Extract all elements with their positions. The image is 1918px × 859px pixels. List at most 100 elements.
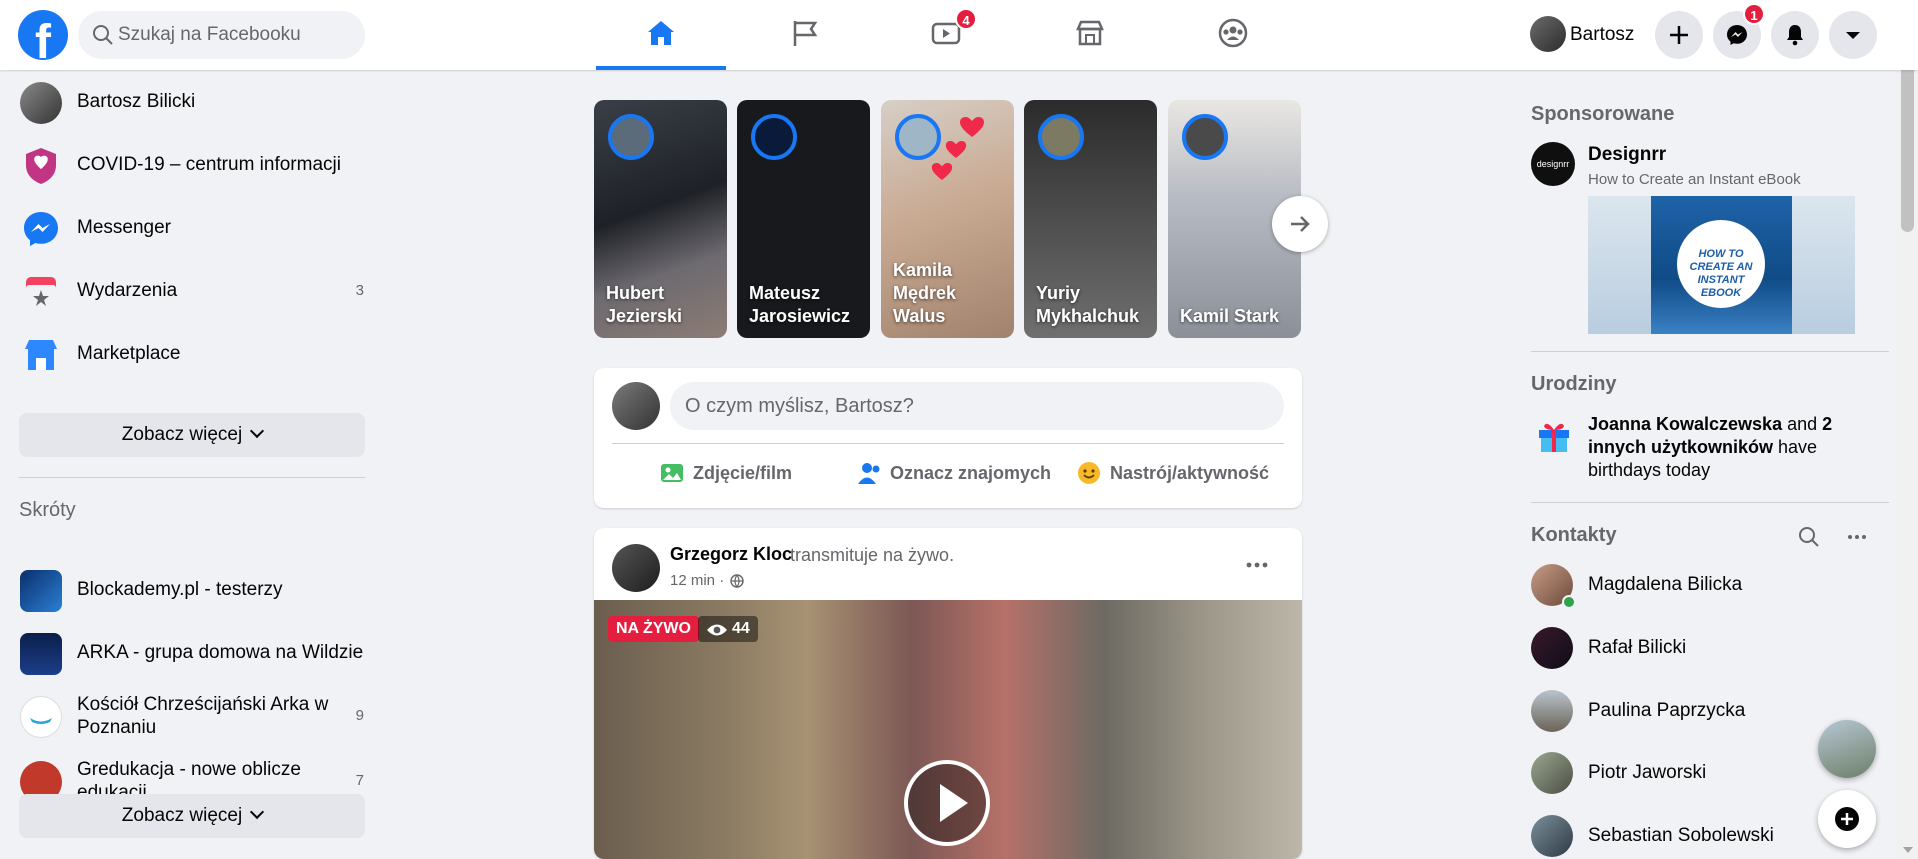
see-more-shortcuts-button[interactable]: Zobacz więcej <box>19 794 365 838</box>
create-button[interactable] <box>1655 11 1703 59</box>
sidebar-item-events[interactable]: Wydarzenia 3 <box>10 261 370 321</box>
story-card[interactable]: Kamila Mędrek Walus <box>881 100 1014 338</box>
sidebar-item-covid[interactable]: COVID-19 – centrum informacji <box>10 135 370 195</box>
photo-video-button[interactable]: Zdjęcie/film <box>661 463 792 484</box>
feeling-activity-button[interactable]: Nastrój/aktywność <box>1078 462 1269 484</box>
live-video[interactable]: NA ŻYWO 44 <box>594 600 1302 859</box>
tab-pages[interactable] <box>740 0 870 70</box>
new-message-button[interactable] <box>1818 790 1876 848</box>
pages-flag-icon <box>793 21 818 46</box>
tab-marketplace[interactable] <box>1025 0 1155 70</box>
divider <box>1531 351 1889 352</box>
heart-icon <box>931 163 953 180</box>
live-badge: NA ŻYWO <box>608 616 699 642</box>
marketplace-icon <box>25 340 57 370</box>
covid-shield-icon <box>26 148 56 184</box>
events-icon <box>26 277 56 309</box>
caret-down-icon <box>1846 32 1860 39</box>
messenger-icon <box>1727 25 1747 45</box>
story-avatar <box>1182 114 1228 160</box>
smiley-icon <box>1078 462 1100 484</box>
birthdays-title: Urodziny <box>1531 373 1617 395</box>
ad-name[interactable]: Designrr <box>1588 144 1666 166</box>
story-avatar <box>895 114 941 160</box>
shortcuts-title: Skróty <box>19 499 76 521</box>
search-box[interactable] <box>78 11 365 59</box>
left-sidebar: Bartosz Bilicki COVID-19 – centrum infor… <box>0 70 380 859</box>
post-author[interactable]: Grzegorz Kloc <box>670 544 792 565</box>
facebook-logo[interactable]: f <box>18 10 68 69</box>
tag-friends-icon <box>858 463 880 484</box>
avatar <box>1531 815 1573 857</box>
groups-icon <box>1218 18 1248 48</box>
account-menu-button[interactable] <box>1829 11 1877 59</box>
divider <box>19 477 365 478</box>
home-icon <box>648 21 674 45</box>
sidebar-item-marketplace[interactable]: Marketplace <box>10 324 370 384</box>
stories-next-button[interactable] <box>1272 196 1328 252</box>
online-indicator <box>1562 595 1576 609</box>
divider <box>1531 502 1889 503</box>
ebook-cover: HOW TO CREATE AN INSTANT EBOOK <box>1651 196 1792 334</box>
more-options-icon[interactable] <box>1846 526 1868 548</box>
composer-input[interactable]: O czym myślisz, Bartosz? <box>670 382 1284 430</box>
tab-watch[interactable]: 4 <box>881 0 1011 70</box>
gift-icon <box>1539 423 1569 452</box>
arka-logo-icon <box>30 718 52 724</box>
shortcut-blockademy[interactable]: Blockademy.pl - testerzy <box>10 560 370 620</box>
messenger-button[interactable]: 1 <box>1713 3 1765 59</box>
story-avatar <box>751 114 797 160</box>
post-composer: O czym myślisz, Bartosz? Zdjęcie/film Oz… <box>594 368 1302 508</box>
more-options-icon[interactable] <box>1244 552 1270 578</box>
plus-icon <box>1670 26 1688 44</box>
ad-logo[interactable]: designrr <box>1531 142 1575 186</box>
top-navigation-bar: f 4 Bartosz 1 <box>0 0 1918 70</box>
group-thumbnail <box>20 696 62 738</box>
story-card[interactable]: Hubert Jezierski <box>594 100 727 338</box>
story-card[interactable]: Yuriy Mykhalchuk <box>1024 100 1157 338</box>
scroll-down-arrow[interactable] <box>1903 847 1913 853</box>
play-button[interactable] <box>904 760 990 846</box>
avatar <box>1531 690 1573 732</box>
shortcut-arka-wilda[interactable]: ARKA - grupa domowa na Wildzie <box>10 623 370 683</box>
avatar <box>1531 627 1573 669</box>
search-input[interactable] <box>118 11 353 59</box>
contact-item[interactable]: Magdalena Bilicka <box>1531 558 1911 612</box>
watch-badge: 4 <box>955 8 977 30</box>
heart-icon <box>960 117 984 137</box>
avatar <box>1530 16 1566 52</box>
search-icon[interactable] <box>1798 526 1820 548</box>
chat-head-avatar[interactable] <box>1818 720 1876 778</box>
notifications-button[interactable] <box>1771 11 1819 59</box>
see-more-button[interactable]: Zobacz więcej <box>19 413 365 457</box>
chevron-down-icon <box>250 804 265 820</box>
story-avatar <box>1038 114 1084 160</box>
shortcut-arka-poznan[interactable]: Kościół Chrześcijański Arka w Poznaniu 9 <box>10 686 370 746</box>
sidebar-item-messenger[interactable]: Messenger <box>10 198 370 258</box>
tag-friends-button[interactable]: Oznacz znajomych <box>858 463 1051 484</box>
page-scrollbar[interactable] <box>1897 0 1918 859</box>
divider <box>612 443 1284 444</box>
story-card[interactable]: Mateusz Jarosiewicz <box>737 100 870 338</box>
marketplace-icon <box>1076 20 1104 46</box>
sidebar-item-profile[interactable]: Bartosz Bilicki <box>10 72 370 132</box>
avatar <box>20 82 62 124</box>
group-thumbnail <box>20 570 62 612</box>
messenger-icon <box>24 212 58 246</box>
avatar[interactable] <box>612 544 660 592</box>
search-icon <box>93 25 113 45</box>
tab-home[interactable] <box>596 0 726 70</box>
profile-shortcut[interactable]: Bartosz <box>1528 14 1634 56</box>
post-action-text: transmituje na żywo. <box>790 545 955 565</box>
contacts-title: Kontakty <box>1531 524 1617 546</box>
ad-image[interactable]: HOW TO CREATE AN INSTANT EBOOK <box>1588 196 1855 334</box>
post-timestamp[interactable]: 12 min · <box>670 572 724 589</box>
tab-groups[interactable] <box>1168 0 1298 70</box>
viewer-count: 44 <box>698 616 758 642</box>
birthday-notice[interactable]: Joanna Kowalczewska and 2 innych użytkow… <box>1588 413 1888 482</box>
ad-subtitle[interactable]: How to Create an Instant eBook <box>1588 171 1801 188</box>
heart-icon <box>945 141 967 158</box>
avatar <box>612 382 660 430</box>
messenger-badge: 1 <box>1743 3 1765 25</box>
contact-item[interactable]: Rafał Bilicki <box>1531 621 1911 675</box>
